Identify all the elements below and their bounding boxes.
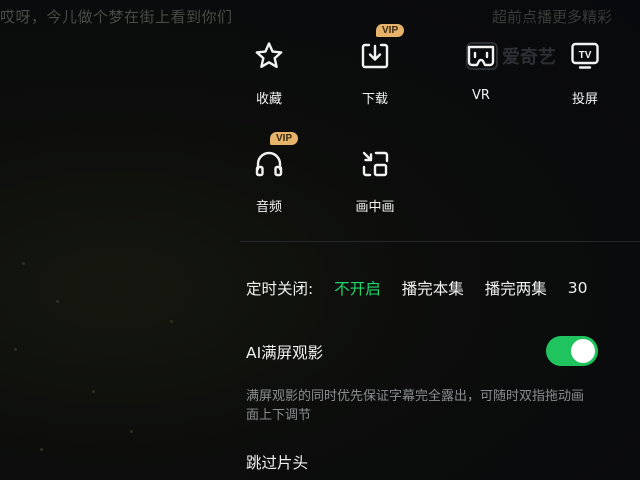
menu-item-label: VR — [472, 88, 490, 103]
vip-badge: VIP — [376, 24, 405, 37]
ai-fullscreen-toggle[interactable] — [546, 336, 598, 366]
timer-option-off[interactable]: 不开启 — [334, 277, 381, 299]
menu-item-vr[interactable]: VR — [446, 40, 516, 103]
menu-item-label: 投屏 — [571, 92, 598, 107]
menu-item-label: 收藏 — [255, 92, 282, 107]
toggle-knob — [571, 339, 595, 363]
vip-badge: VIP — [270, 132, 299, 145]
video-player-screen: 哎呀，今儿做个梦在街上看到你们 超前点播更多精彩 爱奇艺 收藏 VIP 下载 V… — [0, 0, 640, 480]
menu-item-label: 画中画 — [355, 200, 395, 215]
sleep-timer-row: 定时关闭: 不开启 播完本集 播完两集 30 — [246, 277, 609, 299]
menu-item-picture-in-picture[interactable]: 画中画 — [340, 148, 410, 215]
menu-item-download[interactable]: VIP 下载 — [340, 24, 410, 107]
headphones-icon — [255, 151, 283, 177]
video-speck — [56, 300, 59, 303]
timer-option-two-episodes[interactable]: 播完两集 — [485, 277, 547, 299]
vr-headset-icon — [467, 45, 495, 67]
video-subtitle: 哎呀，今儿做个梦在街上看到你们 — [0, 8, 233, 26]
video-speck — [40, 448, 43, 451]
timer-option-30[interactable]: 30 — [568, 279, 588, 297]
picture-in-picture-icon — [362, 151, 389, 177]
video-speck — [14, 348, 17, 351]
video-speck — [22, 262, 25, 265]
ai-fullscreen-title: AI满屏观影 — [246, 344, 324, 362]
download-icon — [361, 43, 389, 69]
menu-item-audio[interactable]: VIP 音频 — [234, 132, 304, 215]
menu-divider — [240, 241, 640, 242]
skip-intro-title: 跳过片头 — [246, 454, 309, 472]
video-speck — [92, 390, 95, 393]
menu-item-cast[interactable]: TV 投屏 — [550, 40, 620, 107]
menu-item-favorite[interactable]: 收藏 — [234, 40, 304, 107]
sleep-timer-title: 定时关闭: — [246, 280, 314, 298]
tv-cast-icon: TV — [571, 42, 599, 69]
menu-item-label: 下载 — [361, 92, 388, 107]
svg-text:TV: TV — [579, 50, 592, 61]
timer-option-end-of-episode[interactable]: 播完本集 — [402, 277, 464, 299]
ai-fullscreen-description: 满屏观影的同时优先保证字幕完全露出，可随时双指拖动画面上下调节 — [246, 389, 585, 423]
video-speck — [130, 430, 133, 433]
video-speck — [170, 320, 173, 323]
star-icon — [255, 42, 283, 68]
menu-item-label: 音频 — [255, 200, 282, 215]
